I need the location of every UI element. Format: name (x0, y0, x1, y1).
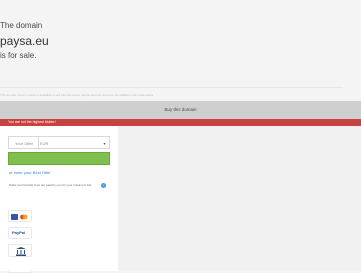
submit-offer-button[interactable] (8, 152, 110, 165)
hero-line-3: is for sale. (0, 51, 37, 60)
info-icon[interactable]: i (101, 183, 106, 188)
bottom-spacer (0, 259, 118, 271)
paypal-payment-option: PayPal (8, 227, 32, 239)
bank-payment-option (8, 244, 32, 257)
hero-section: The domain paysa.eu is for sale. (0, 0, 361, 100)
offer-input-group[interactable]: Your Offer EUR ▾ (8, 136, 110, 150)
paypal-icon: PayPal (12, 230, 26, 235)
credit-card-icon (11, 214, 28, 220)
bank-icon (16, 247, 26, 256)
disclaimer-text: This domain name's owner is available to… (0, 93, 154, 97)
offer-amount-input[interactable]: Your Offer (9, 137, 39, 150)
info-panel (118, 126, 361, 271)
domain-name: paysa.eu (0, 34, 49, 48)
hero-divider (0, 87, 343, 88)
or-text: or (9, 170, 13, 175)
alternative-offer: or enter your Best Offer (9, 170, 51, 175)
card-payment-option (8, 210, 32, 222)
chevron-down-icon[interactable]: ▾ (102, 141, 107, 146)
bid-status-text: You are not the highest bidder! (8, 120, 56, 124)
currency-select[interactable]: EUR (40, 137, 60, 150)
buy-domain-bar[interactable]: Buy this domain (0, 101, 361, 119)
buy-domain-label: Buy this domain (164, 107, 197, 112)
best-offer-link[interactable]: enter your Best Offer (14, 170, 51, 175)
hero-line-1: The domain (0, 21, 43, 30)
bid-status-banner: You are not the highest bidder! (0, 119, 361, 126)
